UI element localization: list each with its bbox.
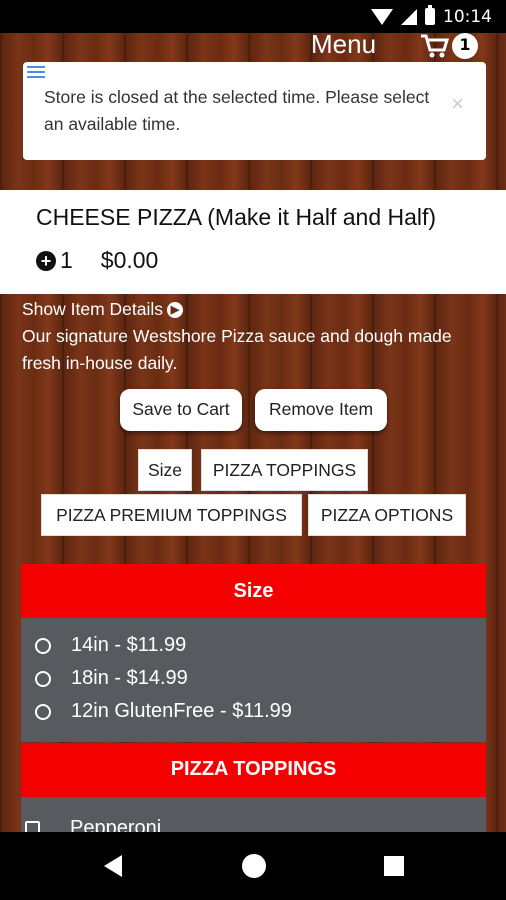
wifi-icon (371, 8, 393, 25)
quantity-row: + 1 $0.00 (36, 247, 158, 274)
tab-pizza-toppings[interactable]: PIZZA TOPPINGS (201, 449, 368, 491)
status-bar: 10:14 (0, 0, 506, 33)
size-options: 14in - $11.99 18in - $14.99 12in GlutenF… (21, 618, 486, 742)
recent-apps-icon[interactable] (384, 856, 404, 876)
size-option[interactable]: 18in - $14.99 (35, 667, 188, 690)
app-header: Menu (0, 29, 506, 63)
topping-option-label: Pepperoni (70, 817, 162, 832)
tab-pizza-options[interactable]: PIZZA OPTIONS (308, 494, 466, 536)
menu-link[interactable]: Menu (311, 29, 376, 60)
item-description: Our signature Westshore Pizza sauce and … (22, 326, 452, 373)
radio-button[interactable] (35, 703, 51, 720)
item-price: $0.00 (100, 247, 159, 273)
size-option-label: 14in - $11.99 (71, 634, 187, 656)
save-to-cart-button[interactable]: Save to Cart (120, 389, 242, 431)
tab-size[interactable]: Size (138, 449, 192, 491)
home-icon[interactable] (242, 854, 266, 878)
remove-item-button[interactable]: Remove Item (255, 389, 387, 431)
topping-options: Pepperoni (21, 797, 486, 832)
radio-button[interactable] (35, 637, 51, 654)
back-icon[interactable] (104, 855, 122, 877)
close-icon[interactable]: × (451, 90, 464, 117)
size-option[interactable]: 12in GlutenFree - $11.99 (35, 700, 292, 723)
alert-message: Store is closed at the selected time. Pl… (44, 87, 430, 134)
cart-icon[interactable] (420, 33, 450, 59)
item-card: CHEESE PIZZA (Make it Half and Half) + 1… (0, 190, 506, 294)
size-option[interactable]: 14in - $11.99 (35, 634, 186, 657)
plus-circle-icon[interactable]: + (36, 250, 56, 271)
signal-icon (401, 8, 417, 25)
checkbox[interactable] (25, 821, 40, 832)
navigation-bar (0, 832, 506, 900)
size-option-label: 18in - $14.99 (71, 667, 188, 689)
item-details: Show Item Details ▶ Our signature Westsho… (22, 296, 492, 377)
tab-pizza-premium-toppings[interactable]: PIZZA PREMIUM TOPPINGS (41, 494, 302, 536)
topping-option[interactable]: Pepperoni (25, 817, 161, 832)
toppings-section-header: PIZZA TOPPINGS (21, 743, 486, 797)
chevron-right-icon: ▶ (167, 302, 184, 319)
radio-button[interactable] (35, 670, 51, 687)
cart-count-badge: 1 (452, 33, 478, 59)
size-option-label: 12in GlutenFree - $11.99 (71, 700, 292, 722)
status-time: 10:14 (443, 6, 492, 27)
show-item-details-link[interactable]: Show Item Details ▶ (22, 296, 492, 323)
battery-icon (425, 5, 435, 25)
menu-lines-icon (27, 66, 45, 81)
size-section-header: Size (21, 564, 486, 618)
store-closed-alert: Store is closed at the selected time. Pl… (23, 62, 486, 160)
item-quantity: 1 (60, 247, 73, 273)
item-title: CHEESE PIZZA (Make it Half and Half) (36, 204, 437, 230)
show-details-label: Show Item Details (22, 299, 164, 319)
